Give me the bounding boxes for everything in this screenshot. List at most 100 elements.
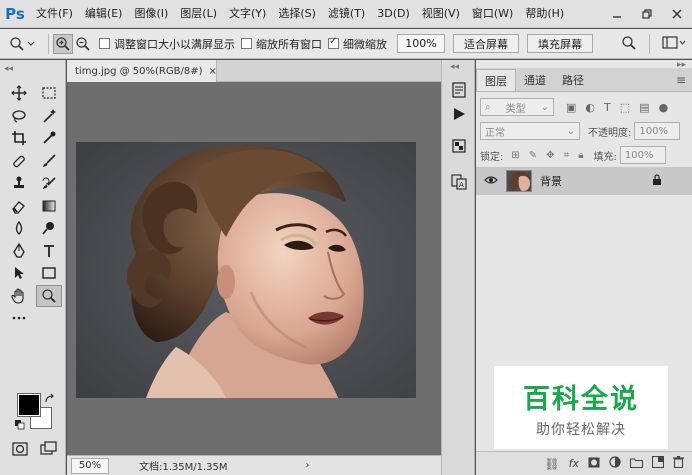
swap-colors-icon[interactable] bbox=[44, 393, 56, 408]
eraser-tool-icon[interactable] bbox=[6, 195, 32, 217]
panel-menu-icon[interactable]: ≡ bbox=[676, 73, 686, 87]
lasso-tool-icon[interactable] bbox=[6, 105, 32, 127]
menu-edit[interactable]: 编辑(E) bbox=[79, 0, 129, 28]
restore-icon[interactable] bbox=[632, 0, 662, 28]
zoom-tool-icon[interactable] bbox=[36, 284, 62, 307]
lock-artboard-icon[interactable]: ⌗ bbox=[564, 150, 570, 161]
hand-tool-icon[interactable] bbox=[6, 285, 32, 307]
status-arrow-icon[interactable]: › bbox=[306, 460, 310, 471]
menu-window[interactable]: 窗口(W) bbox=[466, 0, 519, 28]
history-brush-tool-icon[interactable] bbox=[36, 172, 62, 194]
fit-screen-button[interactable]: 适合屏幕 bbox=[453, 34, 519, 53]
layer-lock-icon bbox=[652, 174, 662, 188]
more-tools-icon[interactable] bbox=[6, 307, 32, 329]
collapse-toolbar-icon[interactable]: ◂◂ bbox=[4, 64, 13, 74]
blur-tool-icon[interactable] bbox=[6, 217, 32, 239]
menu-filter[interactable]: 滤镜(T) bbox=[322, 0, 371, 28]
menu-image[interactable]: 图像(I) bbox=[128, 0, 174, 28]
opacity-field[interactable]: 100% bbox=[634, 122, 681, 140]
menu-layer[interactable]: 图层(L) bbox=[174, 0, 223, 28]
lock-all-icon[interactable]: 🔒︎ bbox=[578, 150, 583, 161]
lock-transparent-icon[interactable]: ⊞ bbox=[511, 150, 519, 161]
gradient-tool-icon[interactable] bbox=[36, 195, 62, 217]
healing-brush-tool-icon[interactable] bbox=[6, 150, 32, 172]
type-tool-icon[interactable] bbox=[36, 240, 62, 262]
lock-position-icon[interactable]: ✥ bbox=[546, 150, 554, 161]
fill-field[interactable]: 100% bbox=[619, 146, 666, 164]
new-layer-icon[interactable] bbox=[651, 455, 665, 471]
crop-tool-icon[interactable] bbox=[6, 127, 32, 149]
properties-panel-icon[interactable] bbox=[449, 136, 469, 156]
path-selection-tool-icon[interactable] bbox=[6, 262, 32, 284]
menu-select[interactable]: 选择(S) bbox=[272, 0, 322, 28]
watermark-subtitle: 助你轻松解决 bbox=[536, 421, 626, 438]
screen-mode-icon[interactable] bbox=[40, 441, 58, 458]
scrubby-zoom-option[interactable]: 细微缩放 bbox=[328, 36, 387, 52]
minimize-icon[interactable] bbox=[602, 0, 632, 28]
collapse-dock-icon[interactable]: ◂◂ bbox=[450, 62, 459, 72]
layer-row[interactable]: 背景 bbox=[476, 167, 692, 195]
document-size-info[interactable]: 文档:1.35M/1.35M bbox=[139, 458, 228, 473]
link-layers-icon[interactable]: ⛓ bbox=[544, 457, 559, 471]
shape-filter-icon[interactable]: ⬚ bbox=[620, 101, 630, 114]
document-tab[interactable]: timg.jpg @ 50%(RGB/8#) × bbox=[67, 60, 217, 82]
layer-style-icon[interactable]: fx bbox=[569, 457, 579, 470]
clone-stamp-tool-icon[interactable] bbox=[6, 172, 32, 194]
type-filter-icon[interactable]: T bbox=[604, 101, 611, 114]
menu-type[interactable]: 文字(Y) bbox=[223, 0, 272, 28]
menu-file[interactable]: 文件(F) bbox=[30, 0, 79, 28]
workspace-switcher-icon[interactable] bbox=[662, 35, 686, 53]
add-mask-icon[interactable] bbox=[588, 457, 600, 471]
scrubby-zoom-label: 细微缩放 bbox=[343, 37, 387, 51]
foreground-color-swatch[interactable] bbox=[17, 393, 41, 417]
lock-pixels-icon[interactable]: ✎ bbox=[529, 150, 537, 161]
scrubby-zoom-checkbox[interactable] bbox=[328, 36, 339, 49]
close-tab-icon[interactable]: × bbox=[209, 66, 217, 77]
resize-windows-checkbox[interactable] bbox=[99, 38, 110, 49]
history-panel-icon[interactable] bbox=[449, 80, 469, 100]
move-tool-icon[interactable] bbox=[6, 82, 32, 104]
zoom-all-option[interactable]: 缩放所有窗口 bbox=[241, 36, 322, 52]
blend-mode-select[interactable]: 正常 ⌄ bbox=[480, 122, 580, 140]
actions-panel-icon[interactable] bbox=[449, 104, 469, 124]
zoom-out-icon[interactable] bbox=[73, 34, 93, 54]
menu-help[interactable]: 帮助(H) bbox=[519, 0, 570, 28]
close-icon[interactable] bbox=[662, 0, 692, 28]
default-colors-icon[interactable] bbox=[15, 420, 25, 433]
rectangle-tool-icon[interactable] bbox=[36, 262, 62, 284]
menu-3d[interactable]: 3D(D) bbox=[371, 0, 416, 28]
tool-preset-picker[interactable] bbox=[0, 29, 44, 59]
quick-mask-icon[interactable] bbox=[12, 442, 28, 459]
image-canvas[interactable] bbox=[76, 142, 416, 398]
eyedropper-tool-icon[interactable] bbox=[36, 127, 62, 149]
pixel-filter-icon[interactable]: ▣ bbox=[566, 101, 576, 114]
tab-channels[interactable]: 通道 bbox=[516, 69, 554, 91]
tab-paths[interactable]: 路径 bbox=[554, 69, 592, 91]
status-zoom-field[interactable]: 50% bbox=[71, 457, 109, 474]
marquee-tool-icon[interactable] bbox=[36, 82, 62, 104]
panel-dock: ◂◂ A bbox=[441, 60, 475, 475]
eye-icon[interactable] bbox=[484, 175, 498, 188]
filter-kind-select[interactable]: ⌕ 类型 ⌄ bbox=[480, 98, 554, 116]
blend-mode-value: 正常 bbox=[485, 127, 505, 139]
smart-object-filter-icon[interactable]: ▤ bbox=[639, 101, 649, 114]
zoom-value-field[interactable]: 100% bbox=[397, 34, 445, 53]
layer-name: 背景 bbox=[540, 175, 562, 188]
resize-windows-option[interactable]: 调整窗口大小以满屏显示 bbox=[99, 36, 235, 52]
adjustment-layer-icon[interactable] bbox=[609, 456, 621, 471]
glyphs-panel-icon[interactable]: A bbox=[449, 172, 469, 192]
filter-toggle-icon[interactable]: ● bbox=[659, 101, 669, 114]
tab-layers[interactable]: 图层 bbox=[476, 69, 516, 91]
zoom-in-icon[interactable] bbox=[53, 33, 73, 54]
new-group-icon[interactable] bbox=[629, 457, 644, 471]
fill-screen-button[interactable]: 填充屏幕 bbox=[527, 34, 593, 53]
zoom-all-checkbox[interactable] bbox=[241, 38, 252, 49]
search-icon[interactable] bbox=[621, 35, 637, 54]
dodge-tool-icon[interactable] bbox=[36, 217, 62, 239]
brush-tool-icon[interactable] bbox=[36, 150, 62, 172]
adjustment-filter-icon[interactable]: ◐ bbox=[585, 101, 595, 114]
delete-layer-icon[interactable] bbox=[673, 456, 684, 471]
menu-view[interactable]: 视图(V) bbox=[416, 0, 466, 28]
pen-tool-icon[interactable] bbox=[6, 240, 32, 262]
magic-wand-tool-icon[interactable] bbox=[36, 105, 62, 127]
